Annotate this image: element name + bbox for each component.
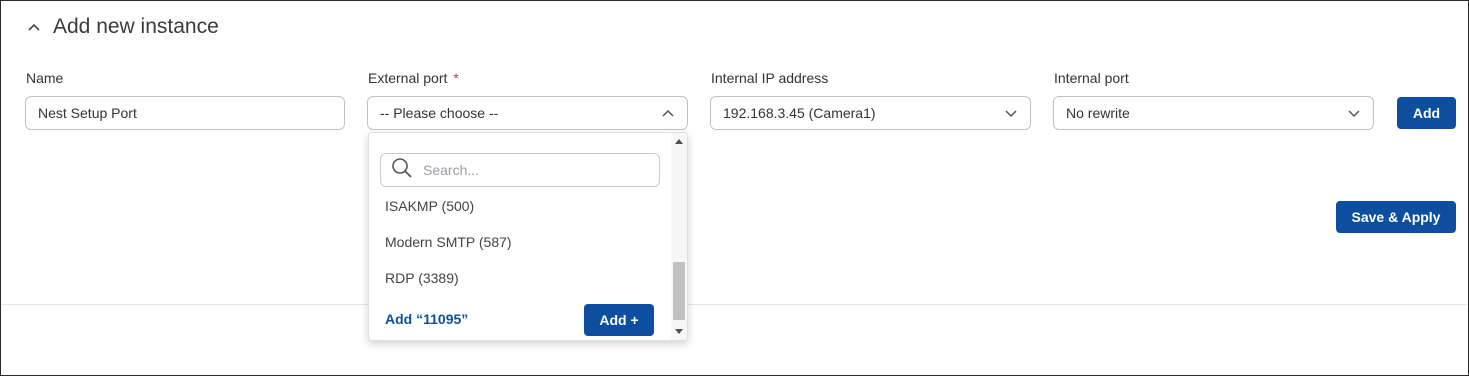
external-port-dropdown: ISAKMP (500) Modern SMTP (587) RDP (3389… — [368, 132, 688, 341]
section-title: Add new instance — [53, 15, 219, 38]
dropdown-add-button[interactable]: Add + — [584, 304, 654, 336]
external-port-select[interactable]: -- Please choose -- — [367, 96, 688, 130]
dropdown-option[interactable]: Modern SMTP (587) — [385, 234, 512, 250]
chevron-up-icon — [661, 109, 675, 118]
section-header[interactable]: Add new instance — [27, 11, 219, 43]
name-label: Name — [26, 70, 64, 86]
dropdown-scrollbar[interactable] — [671, 133, 687, 340]
internal-port-value: No rewrite — [1066, 105, 1130, 121]
internal-port-select[interactable]: No rewrite — [1053, 96, 1374, 130]
save-apply-button[interactable]: Save & Apply — [1336, 201, 1456, 233]
divider — [2, 304, 1467, 305]
scroll-thumb[interactable] — [673, 262, 685, 320]
external-port-label: External port * — [368, 70, 459, 86]
internal-ip-value: 192.168.3.45 (Camera1) — [723, 105, 876, 121]
internal-port-label: Internal port — [1054, 70, 1129, 86]
external-port-label-text: External port — [368, 70, 448, 86]
add-instance-panel: Add new instance Name External port * Int… — [0, 0, 1469, 376]
search-icon — [391, 157, 413, 184]
chevron-down-icon — [1004, 109, 1018, 118]
dropdown-option[interactable]: ISAKMP (500) — [385, 198, 474, 214]
external-port-value: -- Please choose -- — [380, 105, 499, 121]
internal-ip-select[interactable]: 192.168.3.45 (Camera1) — [710, 96, 1031, 130]
chevron-down-icon — [1347, 109, 1361, 118]
internal-ip-label: Internal IP address — [711, 70, 829, 86]
scroll-up-arrow-icon[interactable] — [675, 139, 683, 144]
dropdown-search[interactable] — [380, 153, 660, 187]
name-input[interactable] — [25, 96, 345, 130]
search-input[interactable] — [421, 161, 651, 179]
dropdown-option[interactable]: RDP (3389) — [385, 270, 459, 286]
required-mark: * — [453, 70, 459, 86]
chevron-up-icon[interactable] — [27, 22, 41, 32]
add-button[interactable]: Add — [1397, 97, 1456, 129]
scroll-down-arrow-icon[interactable] — [675, 329, 683, 334]
add-custom-port-link[interactable]: Add “11095” — [385, 311, 468, 327]
